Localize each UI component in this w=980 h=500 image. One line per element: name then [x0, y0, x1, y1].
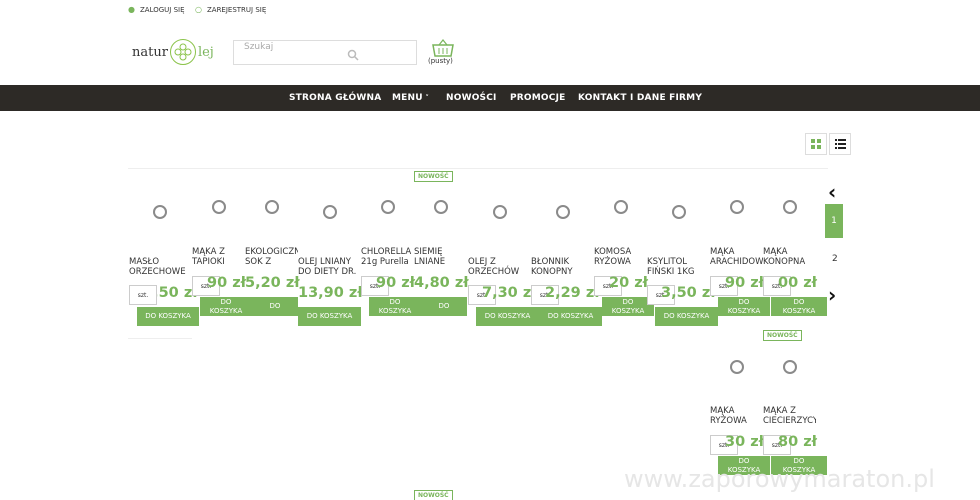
chevron-down-icon: ˅: [422, 94, 430, 102]
logo-flower-icon: [169, 39, 196, 65]
add-to-cart-button[interactable]: DO: [421, 297, 467, 316]
search-input[interactable]: Szukaj: [244, 42, 273, 52]
product-image-placeholder[interactable]: [672, 205, 686, 219]
product-name[interactable]: OLEJ Z ORZECHÓW: [468, 257, 530, 277]
add-to-cart-button[interactable]: DO KOSZYKA: [655, 307, 718, 326]
product-price: 80 zł: [778, 434, 818, 450]
product-name[interactable]: MĄKA RYŻOWA: [710, 406, 763, 426]
cart[interactable]: (pusty): [428, 39, 456, 69]
new-badge: NOWOŚĆ: [414, 490, 453, 500]
nav-promotions[interactable]: PROMOCJE: [510, 93, 566, 103]
user-icon: ●: [128, 5, 135, 14]
product-price: 20 zł: [609, 275, 649, 291]
nav-new[interactable]: NOWOŚCI: [446, 93, 497, 103]
product-image-placeholder[interactable]: [265, 200, 279, 214]
new-badge: NOWOŚĆ: [763, 330, 802, 341]
product-name[interactable]: KOMOSA RYŻOWA: [594, 247, 646, 267]
product-name[interactable]: OLEJ LNIANY DO DIETY DR.: [298, 257, 360, 277]
product-image-placeholder[interactable]: [212, 200, 226, 214]
main-nav: STRONA GŁÓWNA MENU ˅ NOWOŚCI PROMOCJE KO…: [0, 85, 980, 111]
product-image-placeholder[interactable]: [381, 200, 395, 214]
nav-home[interactable]: STRONA GŁÓWNA: [289, 93, 381, 103]
add-to-cart-button[interactable]: DO KOSZYKA: [369, 297, 421, 316]
product-name[interactable]: MĄKA ARACHIDOWA: [710, 247, 763, 267]
product-name[interactable]: MASŁO ORZECHOWE: [129, 257, 189, 277]
cart-status: (pusty): [428, 57, 453, 65]
product-image-placeholder[interactable]: [434, 200, 448, 214]
product-name[interactable]: SIEMIĘ LNIANE: [414, 247, 467, 267]
add-to-cart-button[interactable]: DO KOSZYKA: [200, 297, 252, 316]
product-price: 90 zł: [207, 275, 247, 291]
product-image-placeholder[interactable]: [493, 205, 507, 219]
register-icon: ○: [195, 5, 202, 14]
new-badge: NOWOŚĆ: [414, 171, 453, 182]
logo[interactable]: natur lej: [132, 39, 214, 65]
product-name[interactable]: BŁONNIK KONOPNY: [531, 257, 593, 277]
product-image-placeholder[interactable]: [556, 205, 570, 219]
divider: [128, 338, 192, 339]
add-to-cart-button[interactable]: DO KOSZYKA: [137, 307, 199, 326]
page-2-link[interactable]: 2: [832, 254, 838, 264]
product-price: 00 zł: [778, 275, 818, 291]
product-price: 13,90 zł: [298, 285, 363, 301]
list-view-icon: [834, 139, 846, 149]
add-to-cart-button[interactable]: DO KOSZYKA: [476, 307, 539, 326]
nav-contact[interactable]: KONTAKT I DANE FIRMY: [578, 93, 702, 103]
add-to-cart-button[interactable]: DO KOSZYKA: [718, 297, 770, 316]
login-link[interactable]: ● ZALOGUJ SIĘ: [128, 5, 185, 14]
page: ● ZALOGUJ SIĘ ○ ZAREJESTRUJ SIĘ natur le…: [0, 0, 980, 500]
add-to-cart-button[interactable]: DO KOSZYKA: [539, 307, 602, 326]
product-price: 7,30 zł: [482, 285, 537, 301]
add-to-cart-button[interactable]: DO KOSZYKA: [298, 307, 361, 326]
product-name[interactable]: MĄKA Z CIECIERZYCY: [763, 406, 816, 426]
chevron-left-icon[interactable]: ‹: [828, 180, 836, 204]
nav-menu-label: MENU: [392, 93, 423, 103]
product-name[interactable]: EKOLOGICZNY SOK Z: [245, 247, 298, 267]
register-label: ZAREJESTRUJ SIĘ: [206, 5, 267, 14]
product-image-placeholder[interactable]: [614, 200, 628, 214]
product-price: 4,80 zł: [414, 275, 469, 291]
chevron-right-icon[interactable]: ›: [828, 283, 836, 307]
product-price: 2,29 zł: [545, 285, 600, 301]
product-image-placeholder[interactable]: [730, 360, 744, 374]
product-image-placeholder[interactable]: [153, 205, 167, 219]
add-to-cart-button[interactable]: DO: [252, 297, 298, 316]
product-name[interactable]: MĄKA Z TAPIOKI: [192, 247, 244, 267]
divider: [128, 168, 828, 169]
logo-text-right: lej: [197, 44, 214, 60]
quantity-input[interactable]: szt.: [129, 285, 157, 305]
page-1-button[interactable]: 1: [825, 204, 843, 238]
product-name[interactable]: KSYLITOL FIŃSKI 1KG: [647, 257, 709, 277]
product-image-placeholder[interactable]: [783, 200, 797, 214]
product-image-placeholder[interactable]: [323, 205, 337, 219]
grid-view-icon: [811, 139, 821, 149]
logo-text-left: natur: [132, 44, 168, 60]
product-image-placeholder[interactable]: [730, 200, 744, 214]
product-image-placeholder[interactable]: [783, 360, 797, 374]
login-label: ZALOGUJ SIĘ: [139, 5, 185, 14]
watermark: www.zaporowymaraton.pl: [624, 465, 935, 493]
product-price: 90 zł: [376, 275, 416, 291]
product-price: 30 zł: [725, 434, 765, 450]
search-icon[interactable]: [347, 46, 359, 65]
product-price: 5,20 zł: [245, 275, 300, 291]
grid-view-button[interactable]: [805, 133, 827, 155]
nav-menu[interactable]: MENU ˅: [392, 93, 429, 103]
search-box[interactable]: Szukaj: [233, 40, 417, 65]
product-name[interactable]: CHLORELLA 21g Purella: [361, 247, 413, 267]
product-price: 90 zł: [725, 275, 765, 291]
register-link[interactable]: ○ ZAREJESTRUJ SIĘ: [195, 5, 266, 14]
list-view-button[interactable]: [829, 133, 851, 155]
product-price: 3,50 zł: [661, 285, 716, 301]
add-to-cart-button[interactable]: DO KOSZYKA: [771, 297, 827, 316]
product-name[interactable]: MĄKA KONOPNA: [763, 247, 816, 267]
